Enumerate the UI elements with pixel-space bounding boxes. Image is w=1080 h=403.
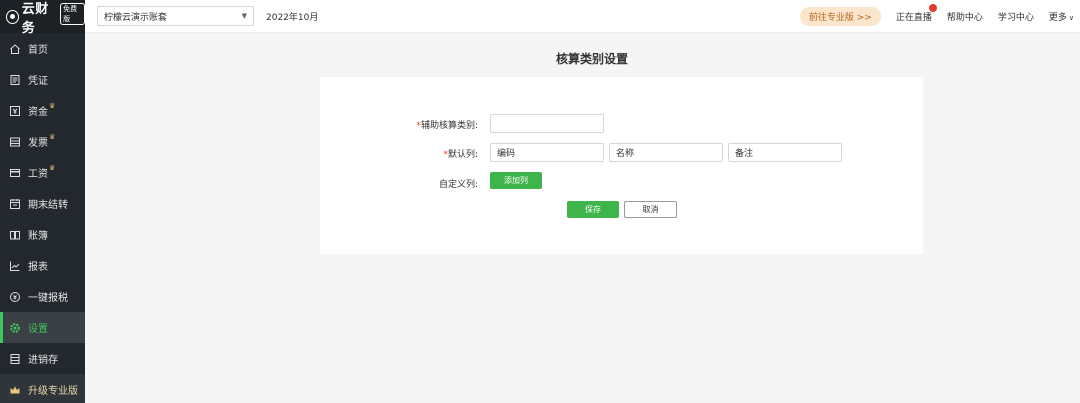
help-center-link[interactable]: 帮助中心: [947, 10, 983, 23]
default-column-name[interactable]: 名称: [609, 143, 723, 162]
page-title-wrap: 核算类别设置: [85, 50, 1080, 67]
add-column-button[interactable]: 添加列: [490, 172, 542, 189]
period-close-icon: [9, 198, 21, 210]
live-badge-icon: [928, 4, 937, 12]
sidebar-item-home[interactable]: 首页: [0, 33, 85, 64]
app-logo[interactable]: 云财务 免费版: [0, 0, 85, 36]
sidebar-item-period-close[interactable]: 期末结转: [0, 188, 85, 219]
tax-icon: [9, 291, 21, 303]
sidebar-item-inventory[interactable]: 进销存: [0, 343, 85, 374]
sidebar-item-settings[interactable]: 设置: [0, 312, 85, 343]
inventory-icon: [9, 353, 21, 365]
premium-crown-icon: ♛: [49, 163, 56, 172]
custom-columns-label: 自定义列:: [438, 180, 478, 190]
default-column-note[interactable]: 备注: [728, 143, 842, 162]
live-stream-link[interactable]: 正在直播: [895, 4, 937, 23]
live-stream-label: 正在直播: [895, 13, 932, 23]
accounting-period[interactable]: 2022年10月: [266, 10, 318, 23]
more-menu[interactable]: 更多 ∨: [1049, 10, 1074, 23]
chevron-down-icon: ▼: [241, 12, 247, 20]
sidebar-item-label: 期末结转: [28, 200, 68, 211]
sidebar-item-report[interactable]: 报表: [0, 250, 85, 281]
settings-icon: [9, 322, 21, 334]
invoice-icon: [9, 136, 21, 148]
sidebar-item-label: 一键报税: [28, 293, 68, 304]
sidebar-item-funds[interactable]: 资金 ♛: [0, 95, 85, 126]
account-set-select[interactable]: 柠檬云演示账套 ▼: [97, 6, 254, 26]
sidebar-item-label: 凭证: [28, 76, 48, 87]
sidebar-item-voucher[interactable]: 凭证: [0, 64, 85, 95]
form-card: *辅助核算类别: *默认列: 编码 名称 备注 自定义列: 添加列 保存 取消: [320, 77, 923, 254]
cancel-button[interactable]: 取消: [624, 201, 677, 218]
logo-icon: [6, 9, 19, 24]
sidebar-item-tax[interactable]: 一键报税: [0, 281, 85, 312]
go-pro-button[interactable]: 前往专业版 >>: [799, 7, 881, 26]
sidebar-item-label: 设置: [28, 324, 48, 335]
sidebar-item-label: 发票: [28, 138, 48, 149]
sidebar-item-label: 工资: [28, 169, 48, 180]
sidebar-item-label: 资金: [28, 107, 48, 118]
sidebar-item-label: 进销存: [28, 355, 58, 366]
sidebar-item-label: 升级专业版: [28, 386, 78, 397]
sidebar-item-label: 首页: [28, 45, 48, 56]
sidebar-item-ledger[interactable]: 账簿: [0, 219, 85, 250]
ledger-icon: [9, 229, 21, 241]
voucher-icon: [9, 74, 21, 86]
more-label: 更多: [1048, 13, 1067, 23]
account-set-value: 柠檬云演示账套: [104, 12, 168, 23]
save-button[interactable]: 保存: [567, 201, 619, 218]
report-icon: [9, 260, 21, 272]
home-icon: [9, 43, 21, 55]
sidebar-item-upgrade[interactable]: 升级专业版: [0, 374, 85, 403]
category-input[interactable]: [490, 114, 604, 133]
sidebar-item-salary[interactable]: 工资 ♛: [0, 157, 85, 188]
salary-icon: [9, 167, 21, 179]
chevron-down-icon: ∨: [1068, 14, 1074, 22]
top-bar-actions: 前往专业版 >> 正在直播 帮助中心 学习中心 更多 ∨: [799, 0, 1080, 33]
sidebar-item-label: 账簿: [28, 231, 48, 242]
default-column-code[interactable]: 编码: [490, 143, 604, 162]
default-columns-label: *默认列:: [443, 150, 478, 160]
premium-crown-icon: ♛: [49, 132, 56, 141]
crown-icon: [9, 384, 21, 396]
sidebar: 云财务 免费版 首页 凭证 资金 ♛ 发票 ♛ 工资 ♛ 期末结转 账簿 报表 …: [0, 0, 85, 403]
edition-badge: 免费版: [60, 2, 85, 25]
page-title: 核算类别设置: [555, 52, 628, 66]
category-label: *辅助核算类别:: [416, 121, 478, 131]
premium-crown-icon: ♛: [49, 101, 56, 110]
logo-text: 云财务: [21, 1, 49, 36]
sidebar-item-label: 报表: [28, 262, 48, 273]
funds-icon: [9, 105, 21, 117]
sidebar-item-invoice[interactable]: 发票 ♛: [0, 126, 85, 157]
learning-center-link[interactable]: 学习中心: [998, 10, 1034, 23]
top-bar: 柠檬云演示账套 ▼ 2022年10月 前往专业版 >> 正在直播 帮助中心 学习…: [85, 0, 1080, 33]
